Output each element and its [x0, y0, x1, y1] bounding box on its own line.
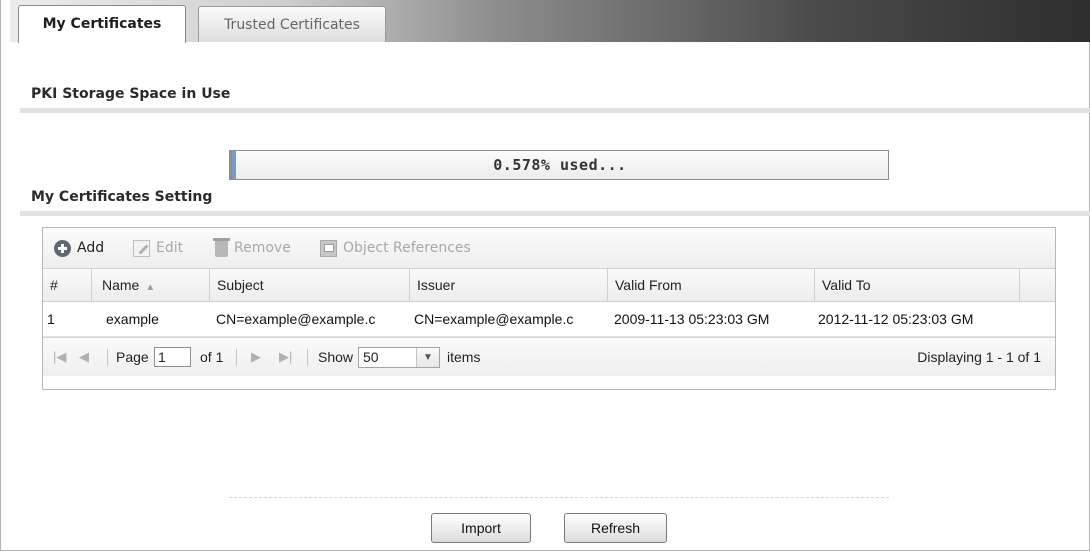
edit-button[interactable]: Edit: [133, 238, 183, 258]
column-header-valid-from[interactable]: Valid From: [608, 269, 815, 301]
tab-bar: My Certificates Trusted Certificates: [10, 0, 1090, 43]
edit-label: Edit: [156, 240, 184, 256]
next-page-icon[interactable]: ▶: [251, 338, 261, 376]
pager-separator: [307, 349, 308, 366]
column-header-issuer[interactable]: Issuer: [410, 269, 608, 301]
certificates-grid: Add Edit Remove Object References # Name…: [42, 227, 1056, 390]
grid-header: # Name ▲ Subject Issuer Valid From Valid …: [43, 269, 1055, 302]
remove-button[interactable]: Remove: [213, 237, 291, 258]
page-count-label: of 1: [200, 349, 224, 365]
edit-icon: [133, 239, 150, 257]
first-page-icon[interactable]: |◀: [53, 338, 66, 376]
previous-page-icon[interactable]: ◀: [79, 338, 89, 376]
footer-divider: [229, 497, 889, 498]
column-header-index[interactable]: #: [43, 269, 92, 301]
grid-pager: |◀ ◀ Page 1 of 1 ▶ ▶| Show 50 ▼ items Di…: [43, 337, 1055, 376]
object-references-button[interactable]: Object References: [320, 238, 471, 258]
object-references-icon: [320, 239, 337, 257]
page-size-select[interactable]: 50 ▼: [358, 347, 440, 368]
column-header-name-label: Name: [102, 277, 140, 293]
section-divider: [20, 211, 1090, 216]
tab-my-certificates[interactable]: My Certificates: [18, 5, 186, 43]
last-page-icon[interactable]: ▶|: [279, 338, 292, 376]
add-button[interactable]: Add: [54, 238, 104, 258]
page-number-input[interactable]: 1: [154, 347, 191, 367]
grid-toolbar: Add Edit Remove Object References: [43, 228, 1055, 269]
items-label: items: [447, 349, 481, 365]
storage-section-title: PKI Storage Space in Use: [31, 86, 231, 102]
sort-ascending-icon: ▲: [145, 282, 156, 293]
chevron-down-icon: ▼: [416, 348, 439, 367]
cell-valid-from: 2009-11-13 05:23:03 GM: [614, 311, 770, 327]
cell-subject: CN=example@example.c: [216, 311, 376, 327]
settings-section-title: My Certificates Setting: [31, 189, 213, 205]
tab-trusted-certificates[interactable]: Trusted Certificates: [198, 6, 386, 42]
column-header-valid-to[interactable]: Valid To: [815, 269, 1020, 301]
cell-name: example: [106, 311, 159, 327]
trash-icon: [213, 237, 230, 257]
add-icon: [54, 239, 71, 257]
remove-label: Remove: [234, 240, 291, 256]
object-references-label: Object References: [343, 240, 471, 256]
section-divider: [20, 108, 1090, 113]
cell-valid-to: 2012-11-12 05:23:03 GM: [818, 311, 974, 327]
refresh-button[interactable]: Refresh: [564, 513, 667, 543]
column-header-name[interactable]: Name ▲: [92, 269, 210, 301]
column-header-subject[interactable]: Subject: [210, 269, 410, 301]
cell-index: 1: [47, 311, 55, 327]
page-size-value: 50: [363, 349, 379, 365]
storage-usage-text: 0.578% used...: [493, 156, 627, 174]
import-button[interactable]: Import: [431, 513, 531, 543]
pager-separator: [236, 349, 237, 366]
table-row[interactable]: 1 example CN=example@example.c CN=exampl…: [43, 302, 1055, 337]
show-label: Show: [318, 349, 354, 365]
displaying-status: Displaying 1 - 1 of 1: [917, 349, 1041, 365]
add-label: Add: [77, 240, 105, 256]
page-label: Page: [116, 349, 149, 365]
storage-usage-bar: 0.578% used...: [229, 150, 889, 180]
pager-separator: [107, 349, 108, 366]
cell-issuer: CN=example@example.c: [414, 311, 574, 327]
